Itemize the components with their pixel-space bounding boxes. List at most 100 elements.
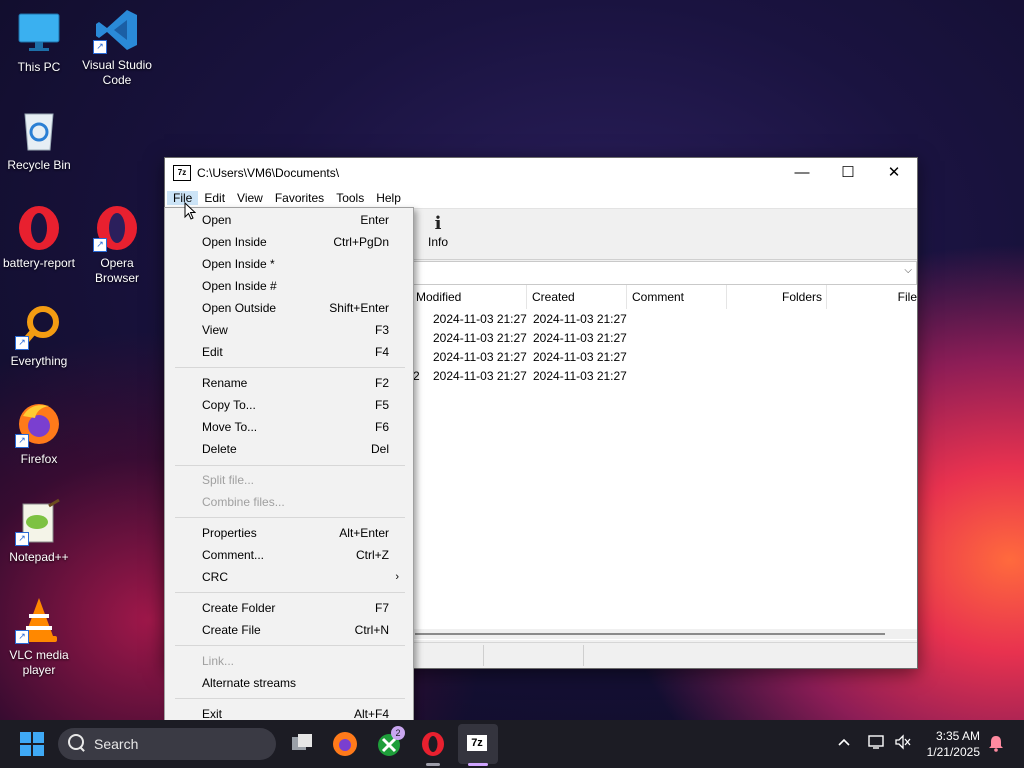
desktop-icon-battery-report[interactable]: battery-report (0, 204, 78, 271)
desktop-icon-notepadpp[interactable]: ↗ Notepad++ (0, 498, 78, 565)
menu-item-label: Rename (202, 376, 248, 390)
shortcut-arrow-icon: ↗ (15, 336, 29, 350)
menu-item-properties[interactable]: Properties Alt+Enter (165, 522, 413, 544)
menu-edit[interactable]: Edit (198, 191, 231, 205)
chevron-right-icon: › (395, 571, 399, 583)
desktop-icon-recycle-bin[interactable]: Recycle Bin (0, 106, 78, 173)
chevron-up-icon[interactable] (836, 734, 852, 753)
desktop-icon-firefox[interactable]: ↗ Firefox (0, 400, 78, 467)
notification-bell-icon[interactable] (988, 734, 1004, 755)
column-header-folders[interactable]: Folders (727, 285, 827, 309)
menu-item-alternate-streams[interactable]: Alternate streams (165, 672, 413, 694)
column-header-modified[interactable]: Modified (411, 285, 527, 309)
menu-item-open-inside-star[interactable]: Open Inside * (165, 253, 413, 275)
windows-start-button[interactable] (20, 732, 44, 756)
menu-item-delete[interactable]: Delete Del (165, 438, 413, 460)
menu-separator (175, 367, 405, 368)
menu-item-edit[interactable]: Edit F4 (165, 341, 413, 363)
desktop-icon-label: Notepad++ (9, 550, 69, 564)
menu-item-open-outside[interactable]: Open Outside Shift+Enter (165, 297, 413, 319)
minimize-button[interactable]: — (779, 158, 825, 188)
menu-tools[interactable]: Tools (330, 191, 370, 205)
menu-item-move-to[interactable]: Move To... F6 (165, 416, 413, 438)
menu-item-shortcut: F5 (374, 398, 389, 412)
menu-item-label: Open (202, 213, 232, 227)
taskbar-xbox[interactable]: 2 (373, 726, 405, 760)
status-divider (583, 645, 584, 666)
system-clock[interactable]: 3:35 AM 1/21/2025 (927, 728, 980, 760)
magnifier-icon: ↗ (15, 302, 63, 350)
column-header-created[interactable]: Created (527, 285, 627, 309)
menu-item-label: Create File (202, 623, 261, 637)
desktop-icon-vlc[interactable]: ↗ VLC media player (0, 596, 78, 678)
volume-muted-icon[interactable] (894, 734, 912, 753)
menu-item-label: Open Inside (202, 235, 267, 249)
menu-item-label: Copy To... (202, 398, 256, 412)
info-button[interactable]: i Info (420, 213, 456, 249)
desktop-icon-label: Visual Studio Code (82, 58, 152, 87)
menu-item-label: Open Outside (202, 301, 277, 315)
shortcut-arrow-icon: ↗ (15, 434, 29, 448)
taskbar-7zip[interactable]: 7z (458, 724, 498, 764)
desktop-icon-label: Opera Browser (94, 256, 139, 285)
file-menu-dropdown: Open Enter Open Inside Ctrl+PgDn Open Insi… (164, 207, 414, 730)
opera-icon: ↗ (93, 204, 141, 252)
menu-item-shortcut: F3 (374, 323, 389, 337)
network-icon[interactable] (868, 734, 886, 753)
menu-item-create-folder[interactable]: Create Folder F7 (165, 597, 413, 619)
menu-item-create-file[interactable]: Create File Ctrl+N (165, 619, 413, 641)
menu-item-shortcut: F2 (374, 376, 389, 390)
menu-item-crc[interactable]: CRC › (165, 566, 413, 588)
chevron-down-icon[interactable]: ⌵ (904, 265, 912, 276)
taskbar: Search 2 7z 3:35 AM 1/21/2025 (0, 720, 1024, 768)
opera-icon (422, 732, 444, 756)
menu-item-split-file: Split file... (165, 469, 413, 491)
menu-item-label: Properties (202, 526, 257, 540)
column-header-files[interactable]: File (827, 285, 917, 309)
menu-item-label: Move To... (202, 420, 258, 434)
menu-favorites[interactable]: Favorites (269, 191, 330, 205)
menu-item-shortcut: F4 (374, 345, 389, 359)
menu-view[interactable]: View (231, 191, 269, 205)
window-title: C:\Users\VM6\Documents\ (197, 166, 340, 180)
desktop-icon-everything[interactable]: ↗ Everything (0, 302, 78, 369)
menu-item-link: Link... (165, 650, 413, 672)
menu-item-view[interactable]: View F3 (165, 319, 413, 341)
clock-date: 1/21/2025 (926, 745, 980, 759)
cell-modified: 2024-11-03 21:27 (433, 369, 527, 383)
taskbar-task-view[interactable] (286, 728, 318, 760)
desktop-icon-vscode[interactable]: ↗ Visual Studio Code (78, 6, 156, 88)
desktop-icon-this-pc[interactable]: This PC (0, 8, 78, 75)
title-bar[interactable]: 7z C:\Users\VM6\Documents\ — ☐ ✕ (165, 158, 917, 188)
scrollbar-thumb[interactable] (415, 633, 885, 635)
menu-item-open-inside-hash[interactable]: Open Inside # (165, 275, 413, 297)
menu-item-rename[interactable]: Rename F2 (165, 372, 413, 394)
taskbar-firefox[interactable] (329, 728, 361, 760)
menu-item-comment[interactable]: Comment... Ctrl+Z (165, 544, 413, 566)
info-button-label: Info (427, 235, 448, 249)
close-button[interactable]: ✕ (871, 158, 917, 188)
menu-item-shortcut: Ctrl+PgDn (333, 235, 389, 249)
row-prefix: 2 (413, 369, 420, 383)
menu-item-label: Open Inside * (202, 257, 275, 271)
menu-item-label: Alternate streams (202, 676, 297, 690)
menu-item-label: Comment... (202, 548, 265, 562)
shortcut-arrow-icon: ↗ (15, 630, 29, 644)
maximize-button[interactable]: ☐ (825, 158, 871, 188)
menu-item-shortcut: Del (370, 442, 389, 456)
column-header-comment[interactable]: Comment (627, 285, 727, 309)
opera-icon (15, 204, 63, 252)
menu-item-label: Combine files... (202, 495, 285, 509)
desktop-icon-opera-browser[interactable]: ↗ Opera Browser (78, 204, 156, 286)
clock-time: 3:35 AM (935, 729, 980, 743)
status-divider (483, 645, 484, 666)
menu-item-label: Delete (202, 442, 237, 456)
cell-created: 2024-11-03 21:27 (533, 350, 627, 364)
search-icon (68, 734, 84, 750)
taskbar-search-box[interactable]: Search (58, 728, 276, 760)
menu-help[interactable]: Help (370, 191, 407, 205)
menu-item-open-inside[interactable]: Open Inside Ctrl+PgDn (165, 231, 413, 253)
menu-item-open[interactable]: Open Enter (165, 209, 413, 231)
taskbar-opera[interactable] (417, 728, 449, 760)
menu-item-copy-to[interactable]: Copy To... F5 (165, 394, 413, 416)
